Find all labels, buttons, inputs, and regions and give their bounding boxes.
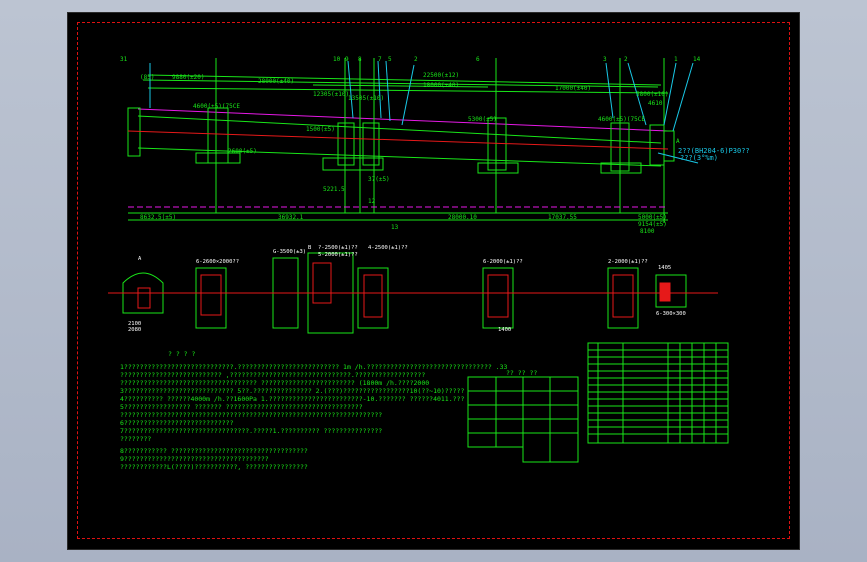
section-b-label: B	[308, 245, 312, 251]
spec-table-title: ?? ?? ??	[506, 369, 537, 377]
dim-17000: 17000(±40)	[555, 85, 591, 92]
tech-line-5: 5????????????????? ??????? ?????????????…	[120, 403, 363, 411]
sec-label-11: 1405	[658, 265, 671, 271]
spec-table	[467, 376, 579, 463]
dim-28000b: 28000.10	[448, 214, 477, 221]
callout-5: 5	[388, 56, 392, 63]
callout-1: 1	[674, 56, 678, 63]
note-2: 5300(±5)	[468, 116, 497, 123]
dim-18000: 18000(±40)	[423, 82, 459, 89]
dim-28000: 28000(±40)	[258, 78, 294, 85]
note-4: 2600(±5)	[228, 148, 257, 155]
tech-line-1: ?????????????????????????? ,????????????…	[120, 371, 425, 379]
sec-label-10: 1400	[498, 327, 511, 333]
note-7: 37(±5)	[368, 176, 390, 183]
dim-5000: 5000(±5)	[638, 214, 667, 221]
sec-label-2: ?-2500(±1)??	[318, 245, 358, 251]
callout-10: 10	[333, 56, 341, 63]
section-a-label: A	[138, 256, 142, 262]
tech-line-2: ??????????????????????????????????? ????…	[120, 379, 429, 387]
tech-line-12: ????????????L(????)???????????, ????????…	[120, 463, 308, 471]
tech-line-9: ????????	[120, 435, 151, 443]
dim-13505: 13505(±10)	[348, 95, 384, 102]
tech-line-10: 8??????????? ???????????????????????????…	[120, 447, 308, 455]
tech-line-11: 9?????????????????????????????????????	[120, 455, 269, 463]
tech-line-0: 1????????????????????????????.??????????…	[120, 363, 508, 371]
callout-31: 31	[120, 56, 128, 63]
sec-label-4: 4-2500(±1)??	[368, 245, 408, 251]
dim-36932: 36932.1	[278, 214, 304, 221]
note-5: 1500(±5)	[306, 126, 335, 133]
dim-8632: 8632.5(±5)	[140, 214, 176, 221]
sec-label-7: 6-300×300	[656, 311, 686, 317]
side-note-2: ???(3°%m)	[680, 154, 718, 162]
callout-8: 8	[358, 56, 362, 63]
dim-17037: 17037.55	[548, 214, 577, 221]
note-1: 4600(±5)(75CE	[193, 103, 240, 110]
sec-label-3: 5-2000(±1)??	[318, 252, 358, 258]
tech-line-3: 3???????????????????????????? 5??.??????…	[120, 387, 464, 395]
note-3: 4600(±5)(75CE	[598, 116, 645, 123]
sec-label-9: 2080	[128, 327, 141, 333]
tech-line-6: ????????????????????????????????????????…	[120, 411, 382, 419]
callout-9: 9	[345, 56, 349, 63]
callout-2: 2	[414, 56, 418, 63]
callout-A: A	[676, 138, 680, 145]
dim-9880: 9880(±20)	[172, 74, 205, 81]
dim-22500: 22500(±12)	[423, 72, 459, 79]
dim-8100: 8100	[640, 228, 655, 235]
tech-req-title: ? ? ? ?	[168, 350, 195, 358]
sec-label-5: 6-2000(±1)??	[483, 259, 523, 265]
sec-label-0: 6-2600×2000??	[196, 259, 239, 265]
centerline-axis	[127, 130, 669, 150]
sec-label-1: G-3500(±3)	[273, 249, 306, 255]
parts-list	[587, 342, 729, 444]
callout-2b: 2	[624, 56, 628, 63]
sec-label-6: 2-2000(±1)??	[608, 259, 648, 265]
callout-12: 12	[368, 198, 376, 205]
callout-14: 14	[693, 56, 701, 63]
dim-85: (85)	[140, 74, 154, 81]
dim-9154: 9154(±5)	[638, 221, 667, 228]
dim-4610: 4610	[648, 100, 663, 107]
tech-line-7: 6????????????????????????????	[120, 419, 234, 427]
cad-viewport[interactable]: 31 10 9 8 7 5 2 6 3 2 1 14 12 13 A (85) …	[67, 12, 800, 550]
dim-12305: 12305(±10)	[313, 91, 349, 98]
callout-13: 13	[391, 224, 399, 231]
cad-drawing: 31 10 9 8 7 5 2 6 3 2 1 14 12 13 A (85) …	[108, 56, 750, 471]
dim-5800: 5800(±10)	[636, 91, 669, 98]
callout-6: 6	[476, 56, 480, 63]
tech-line-4: 4?????????? ??????4000m /h.??1600Pa 1.??…	[120, 395, 464, 403]
note-6: 5221.5	[323, 186, 345, 193]
callout-7: 7	[378, 56, 382, 63]
callout-3: 3	[603, 56, 607, 63]
tech-line-8: 7????????????????????????????????.?????1…	[120, 427, 382, 435]
